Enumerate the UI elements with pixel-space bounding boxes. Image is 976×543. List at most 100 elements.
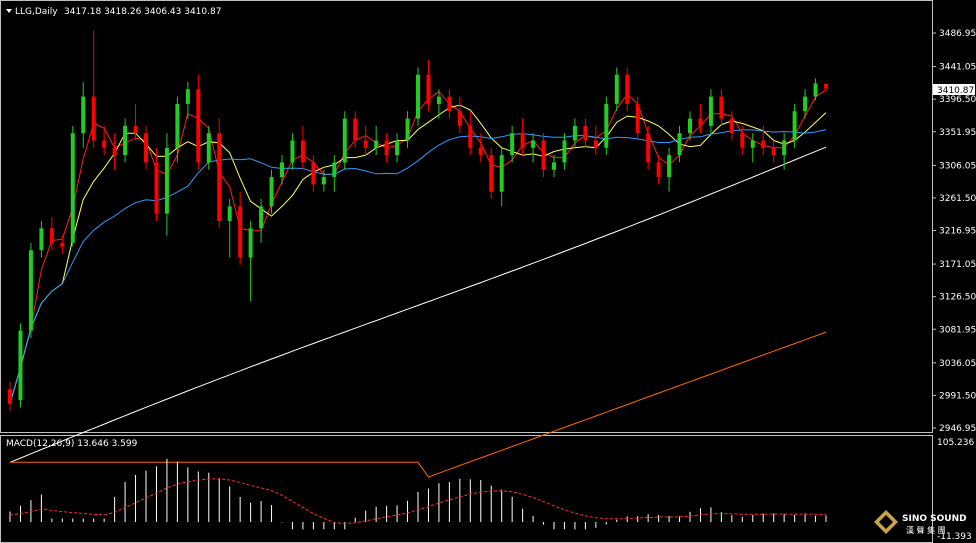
candle-down [384, 140, 389, 156]
current-price-label: 3410.87 [937, 86, 974, 96]
candle-up [280, 162, 284, 178]
ohlc-readout: 3417.18 3418.26 3406.43 3410.87 [64, 7, 221, 17]
candle-up [782, 140, 787, 156]
candle-up [562, 140, 567, 163]
candle-up [175, 103, 180, 148]
macd-label: MACD(12,26,9) 13.646 3.599 [6, 439, 138, 449]
candle-up [708, 96, 713, 126]
candle-down [49, 228, 54, 243]
candle-down [625, 74, 630, 104]
candle-up [604, 103, 609, 148]
candle-down [144, 133, 148, 163]
candle-down [196, 89, 201, 163]
candle-down [311, 162, 316, 185]
candle-down [478, 147, 483, 156]
candle-down [489, 155, 494, 192]
candle-up [499, 155, 504, 192]
candle-up [416, 74, 420, 119]
macd-axis-top: 105.236 [937, 438, 974, 448]
candle-up [18, 330, 23, 401]
y-tick-label: 2991.50 [939, 391, 976, 401]
candle-down [60, 242, 65, 247]
candle-down [426, 74, 431, 104]
candle-up [395, 140, 400, 156]
candle-up [164, 147, 169, 214]
candle-down [91, 96, 96, 141]
candle-down [583, 125, 588, 141]
candle-up [290, 140, 295, 163]
y-tick-label: 3441.05 [939, 63, 976, 73]
candle-down [771, 147, 776, 156]
candle-up [531, 140, 536, 148]
candle-up [510, 133, 515, 156]
candle-up [248, 228, 253, 258]
ma-fast-line [9, 89, 827, 404]
candle-up [206, 133, 211, 163]
y-tick-label: 3036.05 [939, 359, 976, 369]
candle-up [123, 125, 128, 156]
chart-window: 3486.95 3441.05 3396.50 3351.95 3306.05 3261.… [0, 0, 976, 543]
logo-name: SINO SOUND [902, 514, 967, 524]
candle-up [28, 250, 33, 331]
menu-triangle-icon[interactable] [6, 9, 12, 13]
candle-up [185, 89, 190, 104]
candle-up [572, 125, 577, 141]
candle-down [154, 162, 159, 214]
candle-up [321, 177, 326, 185]
ma-longest-line [10, 331, 827, 478]
main-pane-frame [0, 0, 933, 433]
candle-up [374, 140, 379, 148]
candle-down [300, 140, 305, 163]
candle-down [761, 140, 766, 148]
candle-up [552, 162, 556, 170]
y-tick-label: 3216.95 [939, 227, 976, 237]
chart-canvas: 3486.95 3441.05 3396.50 3351.95 3306.05 3261.… [0, 0, 976, 543]
candle-down [635, 103, 640, 134]
logo-subtitle: 漢 聲 集 團 [906, 525, 946, 535]
candle-down [133, 125, 138, 134]
candle-up [688, 118, 692, 134]
candles [8, 30, 828, 412]
candle-up [342, 118, 347, 163]
candle-down [740, 133, 745, 148]
candle-down [824, 84, 828, 89]
ma-mid-line [9, 104, 827, 404]
candle-down [457, 111, 462, 126]
candle-up [667, 155, 672, 178]
candle-down [102, 140, 107, 148]
candle-up [259, 206, 264, 229]
y-tick-label: 3306.05 [939, 161, 976, 171]
candle-down [363, 140, 368, 148]
y-tick-label: 3351.95 [939, 128, 976, 138]
ma-slow-line [9, 129, 827, 404]
candle-up [39, 228, 44, 251]
chart-title: LLG,Daily [15, 7, 58, 17]
ma-long-line [9, 146, 827, 463]
candle-up [405, 118, 410, 141]
candle-up [436, 96, 441, 104]
candle-down [8, 389, 12, 404]
candle-up [81, 96, 86, 134]
macd-indicator [9, 458, 827, 530]
y-tick-label: 3261.50 [939, 194, 976, 204]
candle-up [677, 133, 682, 156]
candle-down [698, 118, 703, 126]
candle-down [520, 133, 525, 148]
candle-up [813, 83, 818, 97]
candle-down [729, 118, 734, 134]
candle-up [269, 177, 274, 207]
candle-up [70, 133, 75, 243]
candle-up [614, 74, 619, 104]
candle-down [238, 206, 243, 258]
candle-down [353, 118, 358, 141]
y-tick-label: 3126.50 [939, 293, 976, 303]
candle-down [541, 140, 546, 170]
candle-up [792, 111, 797, 141]
candle-up [750, 140, 755, 148]
y-tick-label: 3396.50 [939, 95, 976, 105]
moving-averages [9, 89, 827, 478]
candle-up [227, 206, 232, 221]
candle-down [719, 96, 724, 119]
candle-down [646, 133, 651, 163]
candle-down [656, 162, 661, 178]
